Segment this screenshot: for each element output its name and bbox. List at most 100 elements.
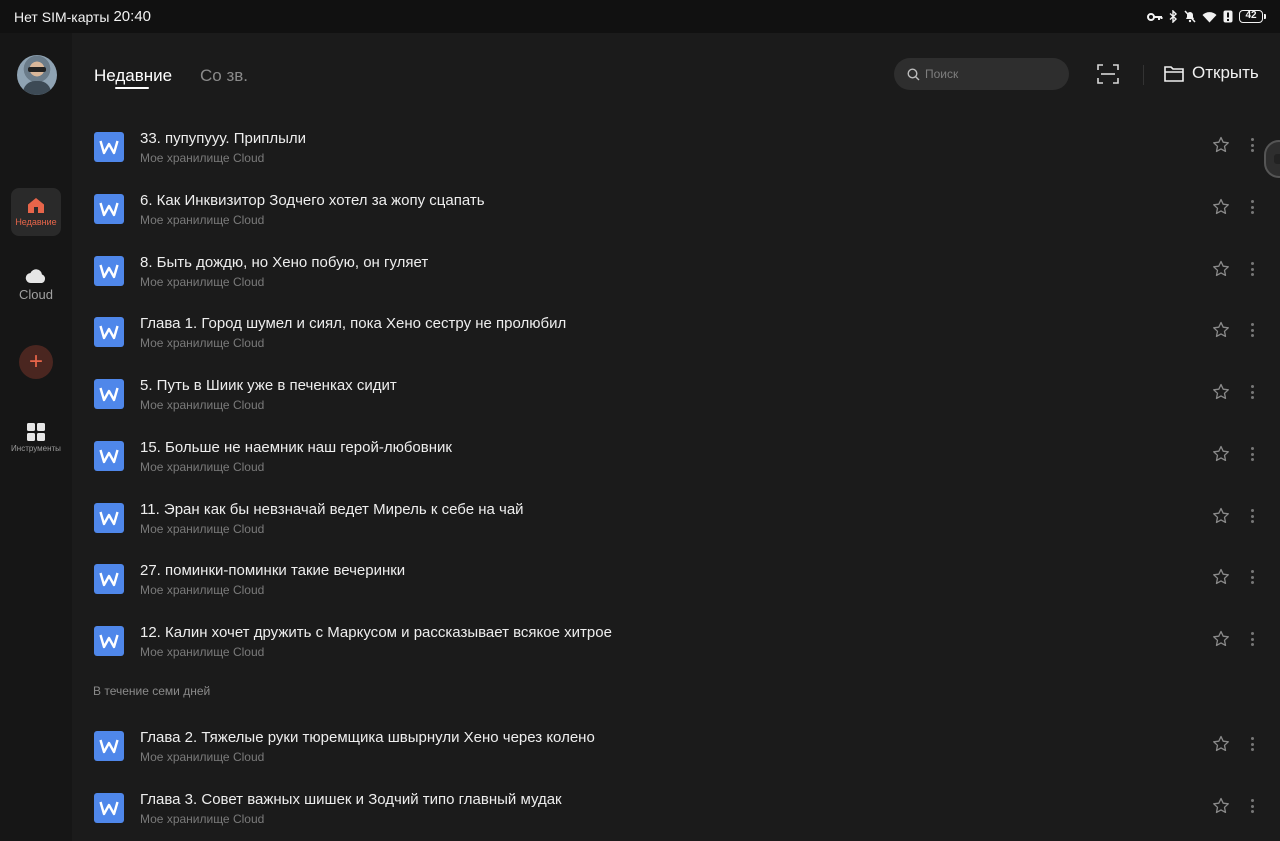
more-options-icon[interactable] [1248,260,1256,278]
file-row[interactable]: 6. Как Инквизитор Зодчего хотел за жопу … [72,179,1280,241]
mute-bell-icon [1184,10,1196,23]
file-title: Глава 2. Тяжелые руки тюремщика швырнули… [140,729,595,746]
more-options-icon[interactable] [1248,383,1256,401]
sidebar-item-cloud[interactable]: Cloud [11,269,61,302]
star-icon[interactable] [1212,568,1230,586]
file-title: Глава 1. Город шумел и сиял, пока Хено с… [140,315,567,332]
tools-grid-icon [27,423,45,441]
star-icon[interactable] [1212,383,1230,401]
more-options-icon[interactable] [1248,568,1256,586]
status-icons: 42 [1147,10,1266,23]
file-location: Мое хранилище Cloud [140,460,265,474]
folder-icon [1164,65,1184,82]
scan-icon[interactable] [1097,64,1119,84]
word-doc-icon [94,626,124,656]
file-title: Глава 3. Совет важных шишек и Зодчий тип… [140,791,562,808]
plus-icon: + [28,348,43,375]
sidebar-item-tools[interactable]: Инструменты [11,423,61,453]
add-button[interactable]: + [19,345,53,379]
tab-starred[interactable]: Со зв. [200,66,248,86]
file-row[interactable]: 33. пупупууу. Приплыли Мое хранилище Clou… [72,117,1280,179]
floating-edge-handle[interactable] [1264,140,1280,178]
file-row[interactable]: Глава 2. Тяжелые руки тюремщика швырнули… [72,716,1280,778]
star-icon[interactable] [1212,507,1230,525]
file-row[interactable]: 12. Калин хочет дружить с Маркусом и рас… [72,611,1280,673]
status-left: Нет SIM-карты 20:40 [14,8,151,25]
star-icon[interactable] [1212,797,1230,815]
sidebar-item-recent[interactable]: Недавние [11,188,61,236]
home-icon [28,198,44,213]
star-icon[interactable] [1212,136,1230,154]
more-options-icon[interactable] [1248,797,1256,815]
file-title: 6. Как Инквизитор Зодчего хотел за жопу … [140,192,485,209]
file-location: Мое хранилище Cloud [140,522,265,536]
battery-indicator: 42 [1239,10,1266,23]
section-label-week: В течение семи дней [93,684,211,698]
more-options-icon[interactable] [1248,735,1256,753]
search-placeholder: Поиск [925,67,959,81]
header: Недавние Со зв. Поиск Открыть [72,33,1280,117]
search-input[interactable]: Поиск [894,58,1069,90]
file-location: Мое хранилище Cloud [140,583,265,597]
file-title: 12. Калин хочет дружить с Маркусом и рас… [140,624,612,641]
more-options-icon[interactable] [1248,445,1256,463]
word-doc-icon [94,793,124,823]
status-bar: Нет SIM-карты 20:40 42 [0,0,1280,33]
file-row[interactable]: 8. Быть дождю, но Хено побую, он гуляет М… [72,241,1280,303]
bluetooth-icon [1169,10,1178,23]
file-row[interactable]: 11. Эран как бы невзначай ведет Мирель к… [72,488,1280,550]
sidebar: Недавние Cloud + Инструменты [0,33,72,841]
file-row[interactable]: 27. поминки-поминки такие вечеринки Мое х… [72,549,1280,611]
file-title: 27. поминки-поминки такие вечеринки [140,562,406,579]
sidebar-item-label: Инструменты [11,444,61,453]
file-row[interactable]: Глава 3. Совет важных шишек и Зодчий тип… [72,778,1280,840]
word-doc-icon [94,194,124,224]
star-icon[interactable] [1212,198,1230,216]
search-icon [907,67,920,80]
sidebar-item-label: Недавние [15,217,57,227]
star-icon[interactable] [1212,445,1230,463]
word-doc-icon [94,441,124,471]
file-location: Мое хранилище Cloud [140,336,265,350]
tab-active-indicator [115,87,149,89]
file-location: Мое хранилище Cloud [140,750,265,764]
file-location: Мое хранилище Cloud [140,398,265,412]
clock-text: 20:40 [113,8,152,25]
open-button[interactable]: Открыть [1164,63,1259,83]
file-title: 8. Быть дождю, но Хено побую, он гуляет [140,254,429,271]
file-location: Мое хранилище Cloud [140,812,265,826]
star-icon[interactable] [1212,321,1230,339]
header-divider [1143,65,1144,85]
file-row[interactable]: 15. Больше не наемник наш герой-любовник… [72,426,1280,488]
more-options-icon[interactable] [1248,630,1256,648]
alert-icon [1223,10,1233,23]
word-doc-icon [94,317,124,347]
file-location: Мое хранилище Cloud [140,151,265,165]
file-location: Мое хранилище Cloud [140,213,265,227]
more-options-icon[interactable] [1248,198,1256,216]
file-row[interactable]: Глава 1. Город шумел и сиял, пока Хено с… [72,302,1280,364]
file-title: 5. Путь в Шиик уже в печенках сидит [140,377,397,394]
cloud-icon [25,269,46,284]
avatar[interactable] [17,55,57,95]
carrier-text: Нет SIM-карты [14,8,110,25]
star-icon[interactable] [1212,630,1230,648]
file-title: 11. Эран как бы невзначай ведет Мирель к… [140,501,524,518]
more-options-icon[interactable] [1248,321,1256,339]
word-doc-icon [94,731,124,761]
file-title: 33. пупупууу. Приплыли [140,130,307,147]
word-doc-icon [94,564,124,594]
word-doc-icon [94,503,124,533]
open-button-label: Открыть [1192,63,1259,82]
tab-recent[interactable]: Недавние [94,66,172,86]
more-options-icon[interactable] [1248,136,1256,154]
star-icon[interactable] [1212,260,1230,278]
key-icon [1147,12,1163,21]
word-doc-icon [94,379,124,409]
battery-level: 42 [1239,10,1263,23]
sidebar-item-label: Cloud [19,287,53,302]
file-location: Мое хранилище Cloud [140,275,265,289]
file-row[interactable]: 5. Путь в Шиик уже в печенках сидит Мое х… [72,364,1280,426]
star-icon[interactable] [1212,735,1230,753]
more-options-icon[interactable] [1248,507,1256,525]
